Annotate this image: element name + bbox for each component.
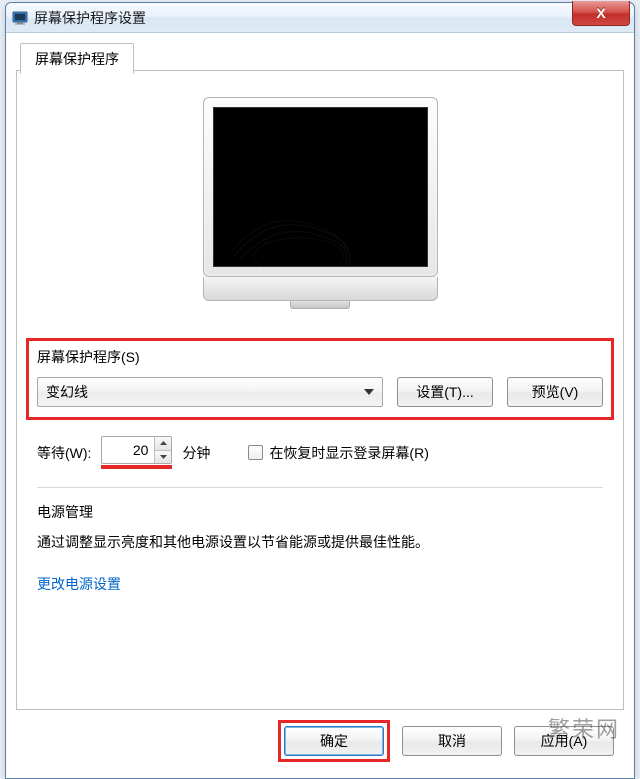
dialog-window: 屏幕保护程序设置 X 屏幕保护程序 [5, 2, 635, 779]
highlight-wait-value [101, 436, 172, 469]
preview-button[interactable]: 预览(V) [507, 377, 603, 407]
dialog-button-row: 确定 取消 应用(A) [16, 710, 624, 766]
checkbox-label: 在恢复时显示登录屏幕(R) [269, 443, 428, 463]
screensaver-dropdown[interactable]: 变幻线 [37, 377, 383, 407]
screensaver-preview [37, 97, 603, 309]
preview-screen [213, 107, 428, 267]
titlebar[interactable]: 屏幕保护程序设置 X [6, 3, 634, 33]
window-title: 屏幕保护程序设置 [34, 8, 146, 28]
chevron-down-icon [364, 389, 374, 395]
client-area: 屏幕保护程序 [6, 33, 634, 778]
app-icon [12, 10, 28, 26]
mystify-lines-icon [224, 186, 374, 267]
wait-spinner[interactable] [101, 436, 172, 464]
close-icon: X [596, 5, 605, 21]
power-description: 通过调整显示亮度和其他电源设置以节省能源或提供最佳性能。 [37, 532, 603, 552]
highlight-ok-button: 确定 [278, 720, 390, 762]
close-button[interactable]: X [572, 1, 630, 26]
power-group-label: 电源管理 [37, 502, 603, 522]
triangle-up-icon [160, 441, 167, 445]
apply-button[interactable]: 应用(A) [514, 726, 614, 756]
resume-login-checkbox[interactable] [248, 445, 263, 460]
tab-strip: 屏幕保护程序 [16, 43, 624, 71]
change-power-settings-link[interactable]: 更改电源设置 [37, 576, 121, 592]
highlight-screensaver-selection: 屏幕保护程序(S) 变幻线 设置(T)... 预览(V) [26, 338, 614, 420]
cancel-button[interactable]: 取消 [402, 726, 502, 756]
resume-login-checkbox-wrap[interactable]: 在恢复时显示登录屏幕(R) [248, 443, 428, 463]
wait-unit: 分钟 [182, 443, 210, 463]
spin-down-button[interactable] [155, 450, 171, 464]
dropdown-value: 变幻线 [46, 382, 88, 402]
screensaver-group-label: 屏幕保护程序(S) [37, 347, 603, 367]
wait-label: 等待(W): [37, 443, 91, 463]
settings-button[interactable]: 设置(T)... [397, 377, 493, 407]
tab-panel: 屏幕保护程序(S) 变幻线 设置(T)... 预览(V) [16, 70, 624, 710]
monitor-graphic [203, 97, 438, 309]
ok-button[interactable]: 确定 [284, 726, 384, 756]
tab-screensaver[interactable]: 屏幕保护程序 [20, 43, 134, 74]
wait-input[interactable] [102, 437, 154, 463]
spin-up-button[interactable] [155, 437, 171, 450]
divider [37, 487, 603, 488]
triangle-down-icon [160, 455, 167, 459]
tab-label: 屏幕保护程序 [35, 51, 119, 67]
